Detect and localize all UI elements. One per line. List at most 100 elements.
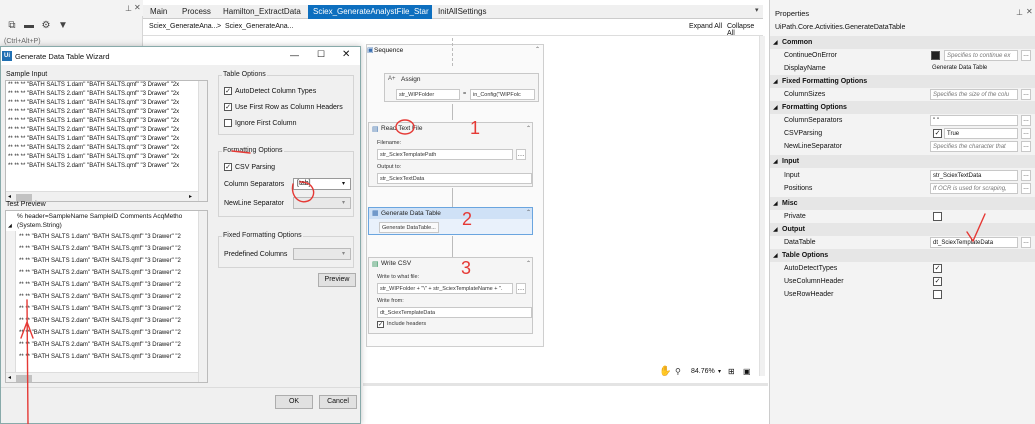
- ignore-first-column-checkbox[interactable]: [224, 119, 232, 127]
- category-output[interactable]: Output ◢: [770, 223, 1035, 236]
- private-checkbox[interactable]: [933, 212, 942, 221]
- test-preview-grid[interactable]: % header=SampleName SampleID Comments Ac…: [5, 210, 208, 383]
- category-formatting[interactable]: Formatting Options ◢: [770, 101, 1035, 114]
- assign-to-field[interactable]: str_WIPFolder: [396, 89, 460, 100]
- tab-main[interactable]: Main: [145, 5, 172, 19]
- auto-detect-types-checkbox[interactable]: ✓: [933, 264, 942, 273]
- generate-datatable-button[interactable]: Generate DataTable...: [379, 222, 439, 233]
- vertical-scrollbar[interactable]: [198, 81, 207, 201]
- read-text-file-activity[interactable]: ▤ Read Text File ⌃ Filename: str_SciexTe…: [368, 122, 533, 187]
- category-table-options[interactable]: Table Options ◢: [770, 249, 1035, 262]
- collapse-icon[interactable]: ◢: [773, 252, 778, 259]
- maximize-icon[interactable]: ☐: [317, 49, 325, 60]
- edit-button[interactable]: …: [1021, 89, 1031, 100]
- collapse-icon[interactable]: ◢: [773, 226, 778, 233]
- scroll-left-icon[interactable]: ◂: [8, 374, 11, 381]
- collapse-icon[interactable]: ◢: [773, 104, 778, 111]
- output-field[interactable]: str_SciexTextData: [377, 173, 532, 184]
- browse-button[interactable]: …: [516, 283, 526, 294]
- category-fixed-formatting[interactable]: Fixed Formatting Options ◢: [770, 75, 1035, 88]
- write-to-field[interactable]: str_WIPFolder + "\" + str_SciexTemplateN…: [377, 283, 513, 294]
- edit-button[interactable]: …: [1021, 183, 1031, 194]
- write-from-field[interactable]: dt_SciexTemplateData: [377, 307, 532, 318]
- chevron-down-icon[interactable]: ▾: [342, 199, 345, 206]
- canvas-horizontal-scrollbar[interactable]: [363, 383, 768, 386]
- collapse-icon[interactable]: ◢: [773, 158, 778, 165]
- sample-input-textbox[interactable]: ** ** ** "BATH SALTS 1.dam" "BATH SALTS.…: [5, 80, 208, 202]
- collapse-icon[interactable]: ◢: [773, 78, 778, 85]
- collapse-all-link[interactable]: Collapse All: [727, 23, 763, 37]
- browse-button[interactable]: …: [516, 149, 526, 160]
- assign-activity[interactable]: A+ Assign str_WIPFolder = in_Config("WIP…: [384, 73, 539, 102]
- edit-button[interactable]: …: [1021, 115, 1031, 126]
- positions-field[interactable]: If OCR is used for scraping,: [930, 183, 1018, 194]
- expand-all-link[interactable]: Expand All: [689, 23, 722, 30]
- zoom-dropdown-icon[interactable]: ▾: [718, 368, 721, 375]
- use-column-header-checkbox[interactable]: ✓: [933, 277, 942, 286]
- zoom-icon[interactable]: ⚲: [675, 367, 681, 376]
- close-icon[interactable]: ✕: [342, 49, 350, 60]
- toggle-icon[interactable]: [931, 51, 940, 60]
- collapse-icon[interactable]: ⌃: [526, 260, 531, 267]
- folder-icon[interactable]: ▬: [23, 20, 35, 32]
- edit-button[interactable]: …: [1021, 170, 1031, 181]
- scroll-thumb[interactable]: [16, 375, 32, 382]
- pin-icon[interactable]: ⊥: [125, 4, 132, 13]
- scroll-thumb[interactable]: [16, 194, 32, 201]
- include-headers-checkbox[interactable]: ✓: [377, 321, 384, 328]
- filter-icon[interactable]: ▼: [57, 20, 69, 32]
- tab-hamilton-extractdata[interactable]: Hamilton_ExtractData: [218, 5, 306, 19]
- copy-icon[interactable]: ⧉: [6, 20, 18, 32]
- data-table-field[interactable]: dt_SciexTemplateData: [930, 237, 1018, 248]
- scroll-left-icon[interactable]: ◂: [8, 193, 11, 200]
- column-separators-field[interactable]: " ": [930, 115, 1018, 126]
- collapse-icon[interactable]: ⌃: [526, 209, 531, 216]
- breadcrumb-item[interactable]: Sciex_GenerateAna...: [225, 23, 294, 30]
- display-name-field[interactable]: Generate Data Table: [930, 63, 1018, 74]
- edit-button[interactable]: …: [1021, 237, 1031, 248]
- input-field[interactable]: str_SciexTextData: [930, 170, 1018, 181]
- use-row-header-checkbox[interactable]: [933, 290, 942, 299]
- predefined-columns-combo[interactable]: ▾: [293, 248, 351, 260]
- collapse-icon[interactable]: ◢: [773, 200, 778, 207]
- pin-icon[interactable]: ⊥: [1016, 8, 1023, 17]
- collapse-icon[interactable]: ◢: [773, 39, 778, 46]
- column-sizes-field[interactable]: Specifies the size of the colu: [930, 89, 1018, 100]
- generate-data-table-activity[interactable]: ▦ Generate Data Table ⌃ Generate DataTab…: [368, 207, 533, 235]
- write-csv-activity[interactable]: ▤ Write CSV ⌃ Write to what file: str_WI…: [368, 257, 533, 334]
- assign-value-field[interactable]: in_Config("WIPFolc: [470, 89, 535, 100]
- csv-parsing-checkbox[interactable]: ✓: [224, 163, 232, 171]
- fit-to-screen-icon[interactable]: ⊞: [728, 367, 735, 376]
- category-misc[interactable]: Misc ◢: [770, 197, 1035, 210]
- category-input[interactable]: Input ◢: [770, 155, 1035, 168]
- search-hint[interactable]: (Ctrl+Alt+P): [4, 38, 41, 45]
- first-row-headers-checkbox[interactable]: ✓: [224, 103, 232, 111]
- category-common[interactable]: Common ◢: [770, 36, 1035, 49]
- zoom-level[interactable]: 84.76%: [691, 368, 715, 375]
- close-icon[interactable]: ✕: [1026, 7, 1033, 16]
- newline-separator-field[interactable]: Specifies the character that: [930, 141, 1018, 152]
- tab-initallsettings[interactable]: InitAllSettings: [433, 5, 491, 19]
- tab-process[interactable]: Process: [177, 5, 216, 19]
- vertical-scrollbar[interactable]: [198, 211, 207, 382]
- preview-button[interactable]: Preview: [318, 273, 356, 287]
- dialog-titlebar[interactable]: Ui Generate Data Table Wizard — ☐ ✕: [1, 47, 360, 65]
- overview-icon[interactable]: ▣: [743, 367, 751, 376]
- collapse-icon[interactable]: ⌃: [526, 125, 531, 132]
- close-icon[interactable]: ✕: [134, 3, 141, 12]
- edit-button[interactable]: …: [1021, 141, 1031, 152]
- cancel-button[interactable]: Cancel: [319, 395, 357, 409]
- collapse-icon[interactable]: ⌃: [535, 46, 540, 53]
- edit-button[interactable]: …: [1021, 128, 1031, 139]
- newline-separator-combo[interactable]: ▾: [293, 197, 351, 209]
- gear-icon[interactable]: ⚙: [40, 20, 52, 32]
- edit-button[interactable]: …: [1021, 50, 1031, 61]
- chevron-down-icon[interactable]: ▾: [342, 180, 345, 187]
- csv-parsing-field[interactable]: True: [944, 128, 1018, 139]
- breadcrumb-item[interactable]: Sciex_GenerateAna...: [149, 23, 218, 30]
- continue-on-error-field[interactable]: Specifies to continue ex: [944, 50, 1018, 61]
- tab-overflow-icon[interactable]: ▾: [755, 6, 759, 14]
- scroll-right-icon[interactable]: ▸: [189, 193, 192, 200]
- csv-parsing-checkbox[interactable]: ✓: [933, 129, 942, 138]
- tab-sciex-generate[interactable]: Sciex_GenerateAnalystFile_Star: [308, 5, 432, 19]
